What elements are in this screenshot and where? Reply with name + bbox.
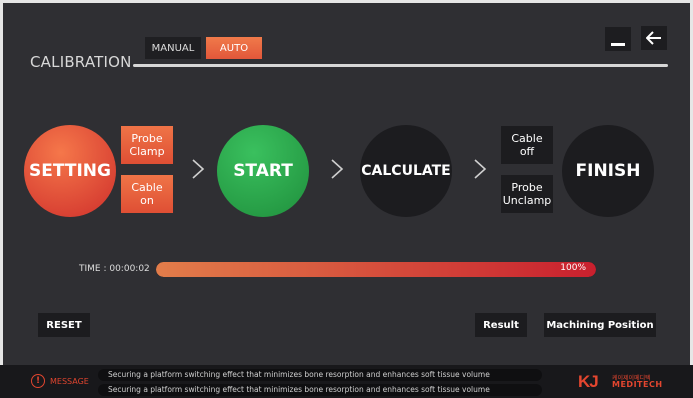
manual-mode-button[interactable]: MANUAL bbox=[145, 37, 201, 59]
reset-button[interactable]: RESET bbox=[38, 313, 90, 337]
cable-off-button[interactable]: Cable off bbox=[501, 126, 553, 164]
company-logo: KJ 케이제이메디텍 MEDITECH bbox=[578, 372, 668, 392]
probe-clamp-button[interactable]: Probe Clamp bbox=[121, 126, 173, 164]
logo-mark: KJ bbox=[578, 372, 599, 391]
result-button[interactable]: Result bbox=[475, 313, 527, 337]
title-underline bbox=[133, 64, 668, 67]
chevron-right-icon bbox=[331, 159, 344, 179]
probe-unclamp-label-2: Unclamp bbox=[502, 194, 552, 207]
logo-name: MEDITECH bbox=[612, 380, 663, 389]
message-line: Securing a platform switching effect tha… bbox=[98, 369, 542, 381]
cable-on-label-2: on bbox=[140, 194, 154, 207]
cable-off-label-1: Cable bbox=[511, 132, 543, 145]
cable-on-button[interactable]: Cable on bbox=[121, 175, 173, 213]
progress-percent: 100% bbox=[560, 263, 586, 273]
minimize-icon bbox=[611, 43, 625, 46]
probe-unclamp-button[interactable]: Probe Unclamp bbox=[501, 175, 553, 213]
calculate-step-button[interactable]: CALCULATE bbox=[360, 125, 452, 217]
machining-position-button[interactable]: Machining Position bbox=[544, 313, 656, 337]
probe-unclamp-label-1: Probe bbox=[511, 181, 543, 194]
auto-mode-button[interactable]: AUTO bbox=[206, 37, 262, 59]
progress-bar-fill bbox=[156, 262, 596, 277]
finish-step-button[interactable]: FINISH bbox=[562, 125, 654, 217]
chevron-right-icon bbox=[474, 159, 487, 179]
alert-icon: ! bbox=[31, 374, 45, 388]
message-label: MESSAGE bbox=[50, 377, 89, 386]
back-arrow-icon bbox=[646, 31, 661, 45]
probe-clamp-label-1: Probe bbox=[131, 132, 163, 145]
message-line: Securing a platform switching effect tha… bbox=[98, 384, 542, 396]
page-title: CALIBRATION bbox=[30, 53, 132, 71]
minimize-button[interactable] bbox=[605, 27, 631, 51]
progress-bar: 100% bbox=[156, 262, 596, 277]
elapsed-time: TIME : 00:00:02 bbox=[79, 264, 150, 274]
back-button[interactable] bbox=[641, 26, 667, 50]
chevron-right-icon bbox=[192, 159, 205, 179]
setting-step-button[interactable]: SETTING bbox=[24, 125, 116, 217]
cable-off-label-2: off bbox=[519, 145, 535, 158]
start-step-button[interactable]: START bbox=[217, 125, 309, 217]
probe-clamp-label-2: Clamp bbox=[129, 145, 165, 158]
cable-on-label-1: Cable bbox=[131, 181, 163, 194]
